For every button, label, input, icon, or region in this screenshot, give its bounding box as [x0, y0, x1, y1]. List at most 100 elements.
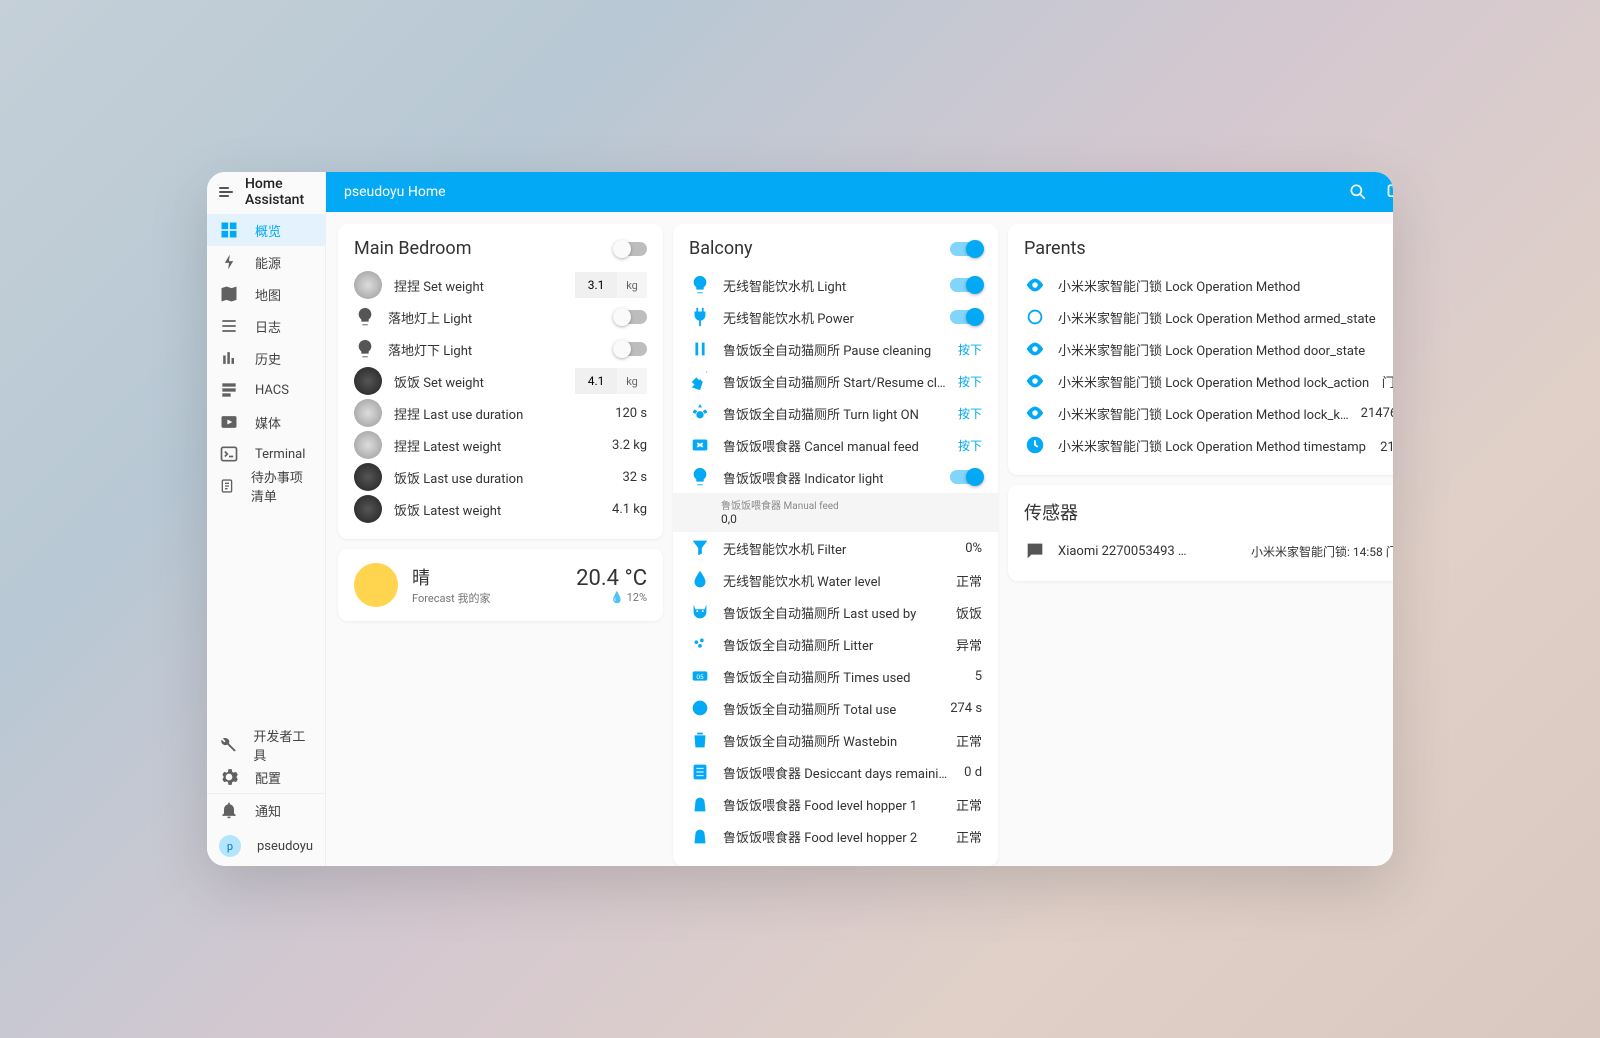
toggle-switch[interactable] — [950, 310, 982, 324]
toggle-switch[interactable] — [950, 470, 982, 484]
toggle-switch[interactable] — [615, 342, 647, 356]
entity-row[interactable]: 饭饭 Last use duration32 s — [354, 461, 647, 493]
toggle-switch[interactable] — [950, 278, 982, 292]
entity-row[interactable]: 鲁饭饭全自动猫厕所 Wastebin正常 — [689, 724, 982, 756]
parents-card: Parents 小米米家智能门锁 Lock Operation Method人工… — [1008, 224, 1393, 475]
entity-row[interactable]: 小米米家智能门锁 Lock Operation Method lock_acti… — [1024, 365, 1393, 397]
sidebar-item-bolt[interactable]: 能源 — [207, 246, 325, 278]
sidebar-item-hacs[interactable]: HACS — [207, 374, 325, 406]
circle-icon — [1024, 306, 1046, 328]
litter-icon — [689, 633, 711, 655]
water-icon — [689, 569, 711, 591]
sensors-card: 传感器 Xiaomi 2270053493 mess…小米米家智能门锁: 14:… — [1008, 485, 1393, 581]
balcony-card: Balcony 无线智能饮水机 Light无线智能饮水机 Power鲁饭饭全自动… — [673, 224, 998, 866]
action-button[interactable]: 按下 — [958, 405, 982, 422]
menu-icon[interactable] — [219, 183, 233, 201]
todo-icon — [219, 476, 235, 496]
entity-row[interactable]: 鲁饭饭喂食器 Indicator light — [689, 461, 982, 493]
user-avatar: p — [219, 835, 241, 857]
sidebar-item-dashboard[interactable]: 概览 — [207, 214, 325, 246]
eye-icon — [1024, 274, 1046, 296]
main-area: pseudoyu Home Main Bedroom 捏捏 Set weight… — [326, 172, 1393, 866]
sidebar-item-todo[interactable]: 待办事项清单 — [207, 470, 325, 502]
bulb-blue-icon — [689, 466, 711, 488]
toggle-switch[interactable] — [615, 310, 647, 324]
card-title: 传感器 — [1024, 499, 1078, 525]
entity-row[interactable]: 小米米家智能门锁 Lock Operation Method timestamp… — [1024, 429, 1393, 461]
pet-avatar-icon — [354, 495, 382, 523]
filter-icon — [689, 537, 711, 559]
message-icon — [1024, 540, 1046, 562]
entity-row[interactable]: 捏捏 Last use duration120 s — [354, 397, 647, 429]
sidebar-item-list[interactable]: 日志 — [207, 310, 325, 342]
sidebar-item-terminal[interactable]: Terminal — [207, 438, 325, 470]
sidebar-item-map[interactable]: 地图 — [207, 278, 325, 310]
list-icon — [219, 316, 239, 336]
sidebar-header: Home Assistant — [207, 172, 325, 212]
action-button[interactable]: 按下 — [958, 373, 982, 390]
entity-row[interactable]: 鲁饭饭全自动猫厕所 Pause cleaning按下 — [689, 333, 982, 365]
weight-input[interactable] — [575, 368, 617, 394]
entity-row[interactable]: 鲁饭饭全自动猫厕所 Turn light ON按下 — [689, 397, 982, 429]
sidebar-user[interactable]: p pseudoyu — [207, 826, 325, 866]
sidebar-item-chart[interactable]: 历史 — [207, 342, 325, 374]
clock-icon — [689, 697, 711, 719]
action-button[interactable]: 按下 — [958, 341, 982, 358]
manual-feed-row[interactable]: 鲁饭饭喂食器 Manual feed0,0 — [673, 493, 998, 532]
terminal-icon — [219, 444, 239, 464]
sidebar-dev-tools[interactable]: 开发者工具 — [207, 729, 325, 761]
search-icon[interactable] — [1348, 182, 1368, 202]
entity-row[interactable]: 饭饭 Set weightkg — [354, 365, 647, 397]
weight-input[interactable] — [575, 272, 617, 298]
cancel-blue-icon — [689, 434, 711, 456]
card-title: Main Bedroom — [354, 238, 471, 259]
chat-icon[interactable] — [1386, 182, 1393, 202]
card-title: Balcony — [689, 238, 753, 259]
media-icon — [219, 412, 239, 432]
entity-row[interactable]: 小米米家智能门锁 Lock Operation Method door_stat… — [1024, 333, 1393, 365]
entity-row[interactable]: 鲁饭饭喂食器 Food level hopper 1正常 — [689, 788, 982, 820]
broom-blue-icon — [689, 370, 711, 392]
action-button[interactable]: 按下 — [958, 437, 982, 454]
app-window: Home Assistant 概览能源地图日志历史HACS媒体Terminal待… — [207, 172, 1393, 866]
entity-row[interactable]: 鲁饭饭全自动猫厕所 Litter异常 — [689, 628, 982, 660]
sun-icon — [354, 563, 398, 607]
entity-row[interactable]: 无线智能饮水机 Power — [689, 301, 982, 333]
entity-row[interactable]: 小米米家智能门锁 Lock Operation Method armed_sta… — [1024, 301, 1393, 333]
clock-icon — [1024, 434, 1046, 456]
entity-row[interactable]: 捏捏 Latest weight3.2 kg — [354, 429, 647, 461]
sidebar-notifications[interactable]: 通知 — [207, 794, 325, 826]
card-toggle[interactable] — [615, 242, 647, 256]
entity-row[interactable]: 无线智能饮水机 Water level正常 — [689, 564, 982, 596]
entity-row[interactable]: Xiaomi 2270053493 mess…小米米家智能门锁: 14:58 门… — [1024, 535, 1393, 567]
entity-row[interactable]: 鲁饭饭喂食器 Desiccant days remaining0 d — [689, 756, 982, 788]
trash-icon — [689, 729, 711, 751]
sidebar-settings[interactable]: 配置 — [207, 761, 325, 793]
entity-row[interactable]: 落地灯下 Light — [354, 333, 647, 365]
sidebar-item-media[interactable]: 媒体 — [207, 406, 325, 438]
dashboard-icon — [219, 220, 239, 240]
eye-icon — [1024, 370, 1046, 392]
entity-row[interactable]: 鲁饭饭全自动猫厕所 Start/Resume cleaning按下 — [689, 365, 982, 397]
eye-icon — [1024, 402, 1046, 424]
entity-row[interactable]: 鲁饭饭喂食器 Food level hopper 2正常 — [689, 820, 982, 852]
weather-card[interactable]: 晴 Forecast 我的家 20.4 °C 💧 12% — [338, 549, 663, 621]
bulb-blue-icon — [354, 338, 376, 360]
main-bedroom-card: Main Bedroom 捏捏 Set weightkg落地灯上 Light落地… — [338, 224, 663, 539]
entity-row[interactable]: 小米米家智能门锁 Lock Operation Method lock_k…21… — [1024, 397, 1393, 429]
entity-row[interactable]: 鲁饭饭喂食器 Cancel manual feed按下 — [689, 429, 982, 461]
card-toggle[interactable] — [950, 242, 982, 256]
entity-row[interactable]: 饭饭 Latest weight4.1 kg — [354, 493, 647, 525]
entity-row[interactable]: 无线智能饮水机 Filter0% — [689, 532, 982, 564]
entity-row[interactable]: 捏捏 Set weightkg — [354, 269, 647, 301]
entity-row[interactable]: 无线智能饮水机 Light — [689, 269, 982, 301]
entity-row[interactable]: 鲁饭饭全自动猫厕所 Total use274 s — [689, 692, 982, 724]
pet-avatar-icon — [354, 431, 382, 459]
entity-row[interactable]: 小米米家智能门锁 Lock Operation Method人工 — [1024, 269, 1393, 301]
light-blue-icon — [689, 402, 711, 424]
entity-row[interactable]: 鲁饭饭全自动猫厕所 Last used by饭饭 — [689, 596, 982, 628]
entity-row[interactable]: 05鲁饭饭全自动猫厕所 Times used5 — [689, 660, 982, 692]
pause-blue-icon — [689, 338, 711, 360]
wrench-icon — [219, 735, 237, 755]
entity-row[interactable]: 落地灯上 Light — [354, 301, 647, 333]
